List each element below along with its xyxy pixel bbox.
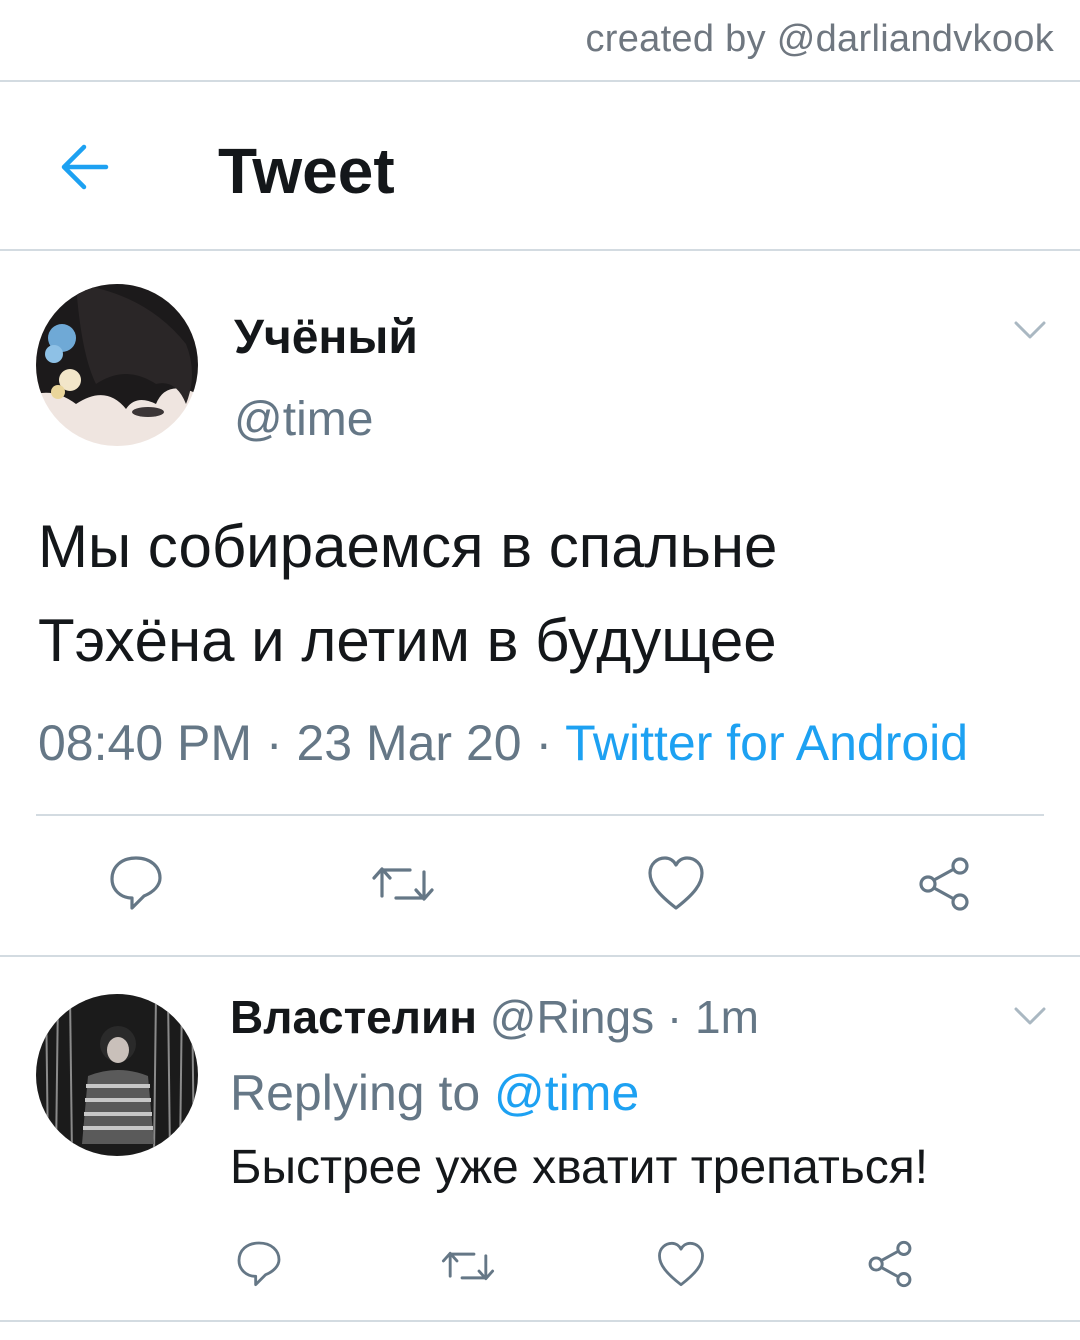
retweet-icon[interactable] bbox=[370, 856, 436, 912]
replying-label: Replying to bbox=[230, 1065, 495, 1121]
tweet-text-line: Тэхёна и летим в будущее bbox=[38, 607, 777, 674]
reply-text: Быстрее уже хватит трепаться! bbox=[230, 1141, 929, 1194]
tweet-divider bbox=[0, 955, 1080, 957]
reply-age: · 1m bbox=[654, 991, 759, 1043]
replying-mention-link[interactable]: @time bbox=[494, 1065, 639, 1121]
header-bar: Tweet bbox=[0, 82, 1080, 250]
replying-to: Replying to @time bbox=[230, 1064, 639, 1122]
avatar[interactable] bbox=[36, 284, 198, 446]
reply-author-handle[interactable]: @Rings bbox=[490, 991, 654, 1043]
tweet-text-line: Мы собираемся в спальне bbox=[38, 513, 778, 580]
page-title: Tweet bbox=[218, 135, 395, 207]
tweet-source-link[interactable]: Twitter for Android bbox=[565, 715, 968, 771]
meta-separator: · bbox=[252, 715, 297, 771]
chevron-down-icon[interactable] bbox=[1012, 318, 1048, 342]
back-arrow-icon[interactable] bbox=[56, 138, 114, 196]
header-divider bbox=[0, 249, 1080, 251]
like-heart-icon[interactable] bbox=[656, 1240, 706, 1288]
reply-author-name[interactable]: Властелин bbox=[230, 991, 477, 1043]
share-icon[interactable] bbox=[864, 1238, 916, 1290]
meta-separator: · bbox=[521, 715, 566, 771]
tweet-date: 23 Mar 20 bbox=[296, 715, 522, 771]
author-handle[interactable]: @time bbox=[234, 392, 373, 447]
meta-divider bbox=[36, 814, 1044, 816]
tweet-meta: 08:40 PM · 23 Mar 20 · Twitter for Andro… bbox=[38, 714, 968, 772]
reply-icon[interactable] bbox=[234, 1238, 284, 1288]
tweet-time: 08:40 PM bbox=[38, 715, 253, 771]
author-name[interactable]: Учёный bbox=[234, 310, 418, 365]
chevron-down-icon[interactable] bbox=[1012, 1004, 1048, 1028]
like-heart-icon[interactable] bbox=[646, 854, 706, 912]
watermark: created by @darliandvkook bbox=[585, 18, 1054, 60]
avatar[interactable] bbox=[36, 994, 198, 1156]
reply-author-line: Властелин @Rings · 1m bbox=[230, 990, 759, 1044]
bottom-divider bbox=[0, 1320, 1080, 1322]
share-icon[interactable] bbox=[914, 854, 974, 914]
tweet-text: Мы собираемся в спальне Тэхёна и летим в… bbox=[38, 500, 1058, 688]
reply-icon[interactable] bbox=[106, 852, 166, 912]
retweet-icon[interactable] bbox=[440, 1242, 496, 1290]
